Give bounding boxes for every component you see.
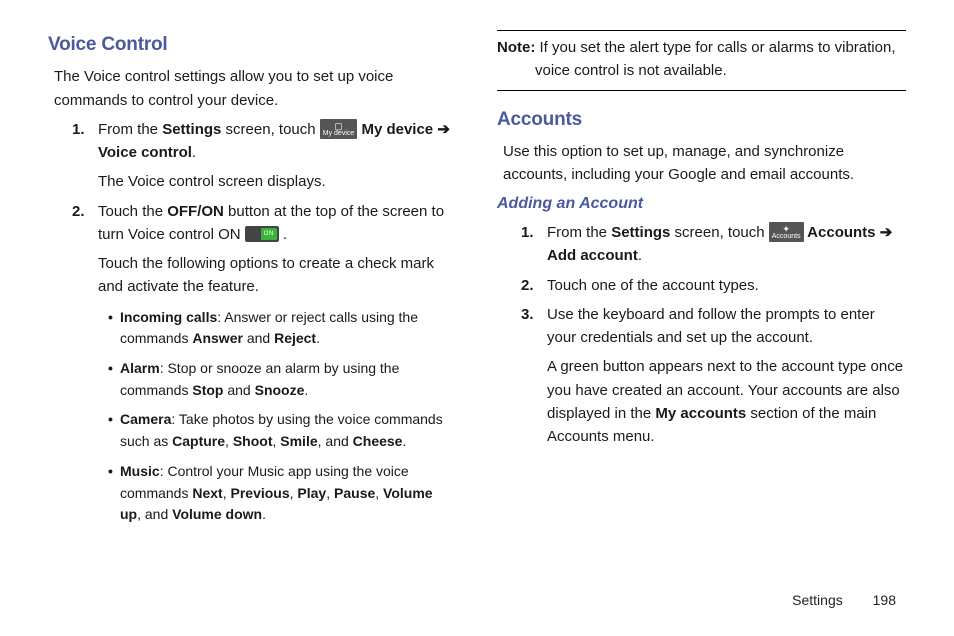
- feature-camera: Camera: Take photos by using the voice c…: [108, 409, 457, 452]
- heading-adding-account: Adding an Account: [497, 192, 906, 217]
- heading-voice-control: Voice Control: [48, 30, 457, 59]
- voice-step-1: 1. From the Settings screen, touch ▢My d…: [72, 118, 457, 194]
- note-label: Note:: [497, 39, 535, 56]
- arrow-icon: ➔: [437, 121, 450, 138]
- note-block: Note: If you set the alert type for call…: [497, 30, 906, 91]
- feature-alarm: Alarm: Stop or snooze an alarm by using …: [108, 358, 457, 401]
- step3-extra: A green button appears next to the accou…: [547, 355, 906, 448]
- accounts-intro-text: Use this option to set up, manage, and s…: [503, 140, 906, 187]
- voice-intro-text: The Voice control settings allow you to …: [54, 65, 457, 112]
- step2-extra: Touch the following options to create a …: [98, 252, 457, 299]
- my-device-icon: ▢My device: [320, 119, 358, 139]
- voice-steps-list: 1. From the Settings screen, touch ▢My d…: [48, 118, 457, 526]
- arrow-icon: ➔: [880, 224, 893, 241]
- left-column: Voice Control The Voice control settings…: [48, 30, 457, 534]
- feature-incoming-calls: Incoming calls: Answer or reject calls u…: [108, 307, 457, 350]
- settings-label: Settings: [162, 121, 221, 138]
- accounts-icon: ✦Accounts: [769, 222, 804, 242]
- accounts-step-2: 2. Touch one of the account types.: [521, 274, 906, 297]
- accounts-step-3: 3. Use the keyboard and follow the promp…: [521, 303, 906, 449]
- heading-accounts: Accounts: [497, 105, 906, 134]
- feature-list: Incoming calls: Answer or reject calls u…: [98, 307, 457, 526]
- accounts-steps-list: 1. From the Settings screen, touch ✦Acco…: [497, 221, 906, 448]
- step1-extra: The Voice control screen displays.: [98, 170, 457, 193]
- on-toggle-icon: ON: [245, 226, 279, 242]
- right-column: Note: If you set the alert type for call…: [497, 30, 906, 534]
- step-text: From the: [98, 121, 162, 138]
- footer-section: Settings: [792, 592, 843, 608]
- voice-step-2: 2. Touch the OFF/ON button at the top of…: [72, 200, 457, 526]
- feature-music: Music: Control your Music app using the …: [108, 461, 457, 526]
- footer-page-number: 198: [873, 592, 896, 608]
- page-footer: Settings 198: [792, 590, 896, 612]
- accounts-step-1: 1. From the Settings screen, touch ✦Acco…: [521, 221, 906, 268]
